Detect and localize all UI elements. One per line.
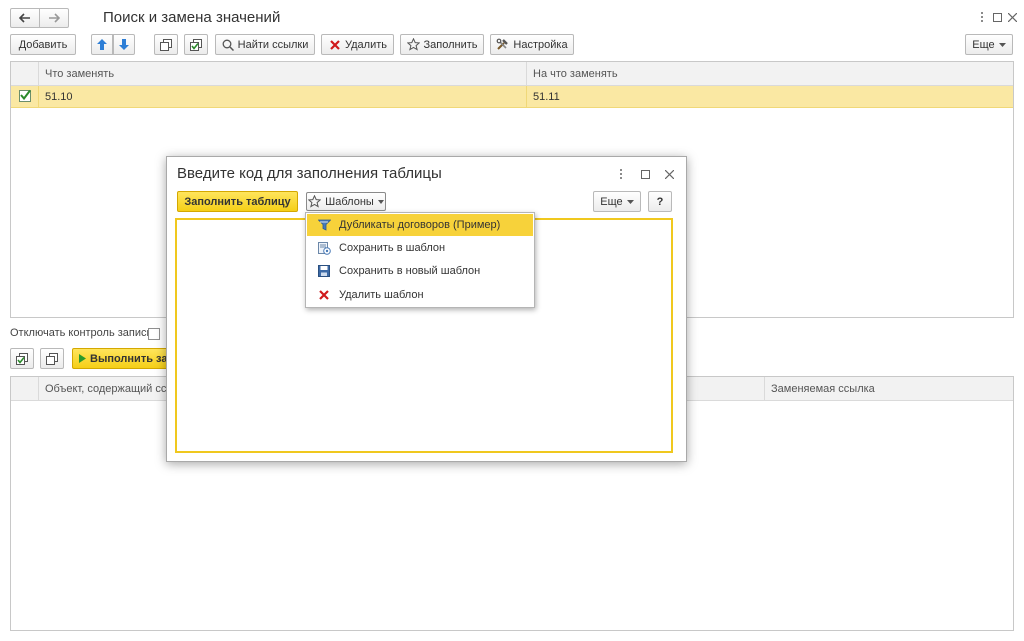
- cell-to[interactable]: 51.11: [526, 86, 1013, 108]
- arrow-up-icon: [95, 38, 109, 52]
- close-icon[interactable]: [1005, 10, 1019, 24]
- table-row[interactable]: 51.10 51.11: [11, 86, 1013, 108]
- more-button[interactable]: Еще: [965, 34, 1013, 55]
- settings-label: Настройка: [513, 38, 568, 51]
- red-x-icon: [317, 288, 331, 302]
- page-title: Поиск и замена значений: [103, 9, 281, 26]
- dialog-more-button[interactable]: Еще: [593, 191, 641, 212]
- maximize-icon[interactable]: [990, 10, 1004, 24]
- save-to-template-icon: [317, 241, 331, 255]
- more-vert-icon[interactable]: [615, 167, 627, 181]
- disable-write-check-label: Отключать контроль записи:: [10, 327, 156, 339]
- more-label: Еще: [972, 38, 995, 51]
- menu-item-contract-duplicates[interactable]: Дубликаты договоров (Пример): [307, 214, 533, 236]
- template-list-icon: [317, 218, 331, 232]
- templates-button[interactable]: Шаблоны: [306, 192, 386, 211]
- add-button[interactable]: Добавить: [10, 34, 76, 55]
- fill-button[interactable]: Заполнить: [400, 34, 484, 55]
- help-button[interactable]: ?: [648, 191, 672, 212]
- templates-label: Шаблоны: [325, 195, 374, 208]
- arrow-down-icon: [117, 38, 131, 52]
- menu-item-save-new-template[interactable]: Сохранить в новый шаблон: [307, 260, 533, 282]
- menu-item-label: Сохранить в новый шаблон: [339, 265, 481, 277]
- cell-from[interactable]: 51.10: [38, 86, 526, 108]
- copy-button-lower[interactable]: [40, 348, 64, 369]
- execute-button[interactable]: Выполнить за: [72, 348, 168, 369]
- chevron-down-icon: [998, 38, 1006, 52]
- column-header-from[interactable]: Что заменять: [38, 62, 528, 86]
- search-icon: [222, 38, 234, 52]
- execute-label: Выполнить за: [90, 352, 168, 365]
- dialog-title: Введите код для заполнения таблицы: [177, 165, 442, 182]
- chevron-down-icon: [377, 195, 384, 209]
- menu-item-label: Сохранить в шаблон: [339, 242, 446, 254]
- play-icon: [79, 352, 86, 366]
- arrow-left-icon: [18, 11, 32, 25]
- move-up-button[interactable]: [91, 34, 113, 55]
- red-x-icon: [328, 38, 341, 52]
- more-vert-icon[interactable]: [975, 10, 989, 24]
- chevron-down-icon: [626, 195, 634, 209]
- fill-table-button[interactable]: Заполнить таблицу: [177, 191, 298, 212]
- row-checkbox[interactable]: [19, 89, 31, 102]
- delete-button[interactable]: Удалить: [321, 34, 394, 55]
- copy-icon: [159, 38, 173, 52]
- check-all-button-lower[interactable]: [10, 348, 34, 369]
- copy-button[interactable]: [154, 34, 178, 55]
- menu-item-delete-template[interactable]: Удалить шаблон: [307, 284, 533, 306]
- settings-button[interactable]: Настройка: [490, 34, 574, 55]
- move-down-button[interactable]: [113, 34, 135, 55]
- floppy-disk-icon: [317, 264, 331, 278]
- column-header-replaced-link[interactable]: Заменяемая ссылка: [764, 377, 1013, 401]
- maximize-icon[interactable]: [639, 167, 651, 181]
- fill-label: Заполнить: [423, 38, 478, 51]
- find-links-label: Найти ссылки: [237, 38, 309, 51]
- star-icon: [406, 38, 420, 52]
- back-button[interactable]: [10, 8, 40, 28]
- disable-write-check-checkbox[interactable]: [148, 328, 160, 340]
- dialog-more-label: Еще: [600, 195, 623, 208]
- table-header: Что заменять На что заменять: [11, 62, 1013, 86]
- menu-item-label: Дубликаты договоров (Пример): [339, 219, 501, 231]
- fill-code-dialog[interactable]: Введите код для заполнения таблицы Запол…: [166, 156, 687, 462]
- menu-item-save-to-template[interactable]: Сохранить в шаблон: [307, 237, 533, 259]
- check-list-icon: [189, 38, 203, 52]
- check-all-button[interactable]: [184, 34, 208, 55]
- templates-dropdown[interactable]: Дубликаты договоров (Пример) Сохранить в…: [305, 212, 535, 308]
- find-links-button[interactable]: Найти ссылки: [215, 34, 315, 55]
- column-header-to[interactable]: На что заменять: [526, 62, 1013, 86]
- tools-icon: [496, 38, 509, 52]
- check-list-icon: [15, 352, 29, 366]
- delete-label: Удалить: [345, 38, 387, 51]
- arrow-right-icon: [47, 11, 61, 25]
- copy-icon: [45, 352, 59, 366]
- close-icon[interactable]: [663, 167, 675, 181]
- menu-item-label: Удалить шаблон: [339, 289, 424, 301]
- star-icon: [308, 195, 322, 209]
- forward-button[interactable]: [39, 8, 69, 28]
